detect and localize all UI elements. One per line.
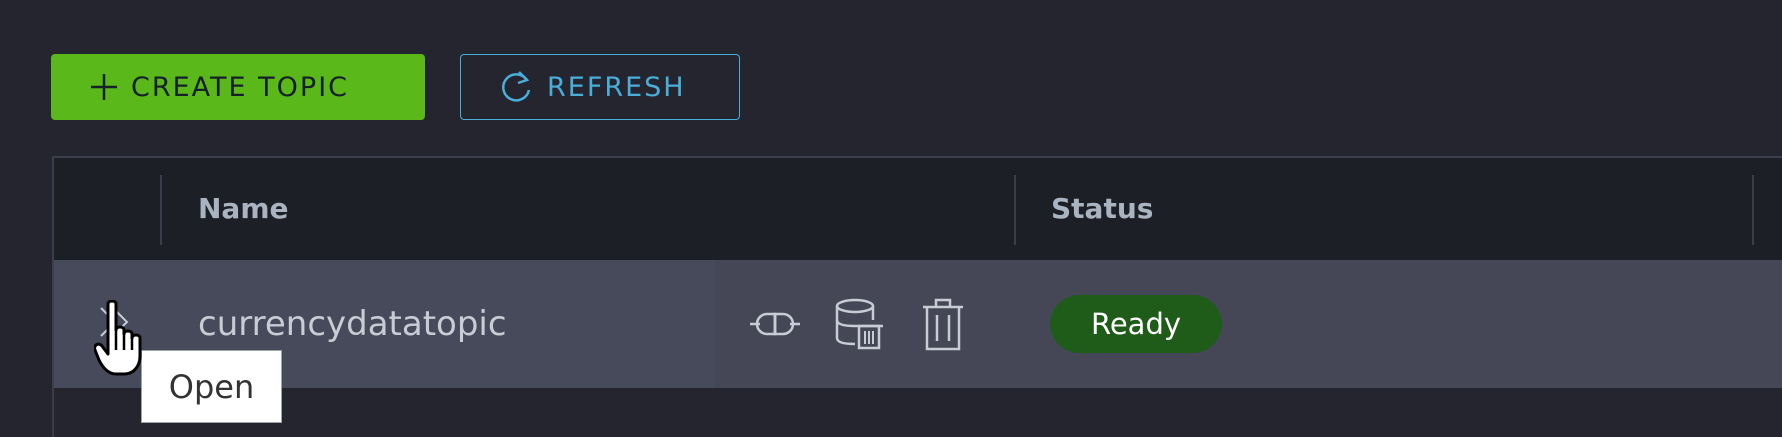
status-badge: Ready [1050, 295, 1222, 353]
plus-icon [89, 72, 119, 102]
connect-action[interactable] [748, 260, 802, 388]
toolbar: CREATE TOPIC REFRESH [51, 54, 740, 120]
topics-table: Name Status currencydatatopic Ready [52, 156, 1782, 437]
table-header: Name Status [54, 158, 1782, 260]
connector-icon [750, 312, 800, 336]
database-delete-icon [835, 298, 883, 350]
create-topic-button[interactable]: CREATE TOPIC [51, 54, 425, 120]
table-row: currencydatatopic Ready [54, 260, 1782, 388]
column-header-name[interactable]: Name [198, 158, 289, 260]
refresh-button[interactable]: REFRESH [460, 54, 740, 120]
trash-icon [923, 298, 963, 351]
tooltip: Open [141, 350, 282, 423]
hand-cursor-icon [93, 299, 146, 382]
column-separator [1752, 175, 1754, 245]
column-separator [160, 175, 162, 245]
refresh-label: REFRESH [547, 71, 686, 103]
create-topic-label: CREATE TOPIC [131, 71, 350, 103]
refresh-icon [497, 68, 535, 106]
column-header-status[interactable]: Status [1051, 158, 1153, 260]
delete-action[interactable] [921, 260, 965, 388]
column-separator [1014, 175, 1016, 245]
purge-action[interactable] [835, 260, 883, 388]
